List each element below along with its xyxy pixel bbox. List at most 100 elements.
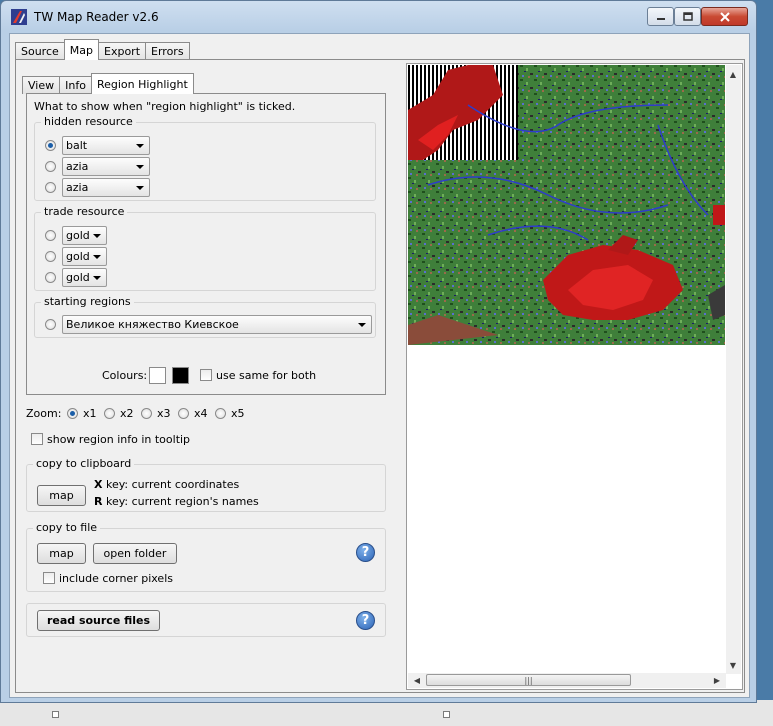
hidden-resource-select-1[interactable]: balt	[62, 136, 150, 155]
trade-resource-select-3[interactable]: gold	[62, 268, 107, 287]
zoom-label: Zoom:	[26, 407, 62, 420]
scroll-right-icon[interactable]: ▶	[710, 673, 724, 687]
trade-resource-radio-1[interactable]	[45, 230, 56, 241]
chevron-down-icon	[136, 186, 144, 190]
help-icon[interactable]: ?	[356, 611, 375, 630]
colours-label: Colours:	[102, 369, 148, 382]
scroll-down-icon[interactable]: ▼	[726, 658, 740, 672]
hidden-resource-select-2[interactable]: azia	[62, 157, 150, 176]
tab-view[interactable]: View	[22, 76, 61, 94]
copy-to-file-group: copy to file map open folder ? include c…	[26, 521, 386, 592]
window-title: TW Map Reader v2.6	[34, 10, 159, 24]
open-folder-button[interactable]: open folder	[93, 543, 177, 564]
starting-regions-radio[interactable]	[45, 319, 56, 330]
trade-resource-value-2: gold	[66, 250, 90, 263]
tab-map[interactable]: Map	[63, 39, 99, 60]
main-tab-bar: Source Map Export Errors	[15, 39, 190, 60]
zoom-radio-x4[interactable]	[178, 408, 189, 419]
chevron-down-icon	[358, 323, 366, 327]
region-highlight-panel: What to show when "region highlight" is …	[26, 93, 386, 395]
vertical-scrollbar[interactable]: ▲ ▼	[726, 65, 741, 674]
clipboard-map-button[interactable]: map	[37, 485, 86, 506]
zoom-option-x2: x2	[120, 407, 134, 420]
zoom-option-x4: x4	[194, 407, 208, 420]
tab-info[interactable]: Info	[59, 76, 92, 94]
trade-resource-radio-3[interactable]	[45, 272, 56, 283]
desktop-background	[0, 700, 773, 726]
tab-export[interactable]: Export	[98, 42, 147, 60]
client-area: Source Map Export Errors View Info Regio…	[9, 33, 750, 698]
zoom-option-x1: x1	[83, 407, 97, 420]
trade-resource-value-1: gold	[66, 229, 90, 242]
close-button[interactable]	[701, 7, 748, 26]
zoom-radio-x5[interactable]	[215, 408, 226, 419]
chevron-down-icon	[136, 165, 144, 169]
starting-regions-label: starting regions	[41, 295, 134, 308]
tab-source[interactable]: Source	[15, 42, 65, 60]
use-same-colour-checkbox[interactable]	[200, 369, 212, 381]
use-same-colour-label: use same for both	[216, 369, 317, 382]
starting-regions-select[interactable]: Великое княжество Киевское	[62, 315, 372, 334]
trade-resource-group: trade resource gold gold gold	[34, 205, 376, 291]
trade-resource-select-1[interactable]: gold	[62, 226, 107, 245]
starting-regions-group: starting regions Великое княжество Киевс…	[34, 295, 376, 338]
starting-regions-value: Великое княжество Киевское	[66, 318, 239, 331]
zoom-radio-x3[interactable]	[141, 408, 152, 419]
trade-resource-select-2[interactable]: gold	[62, 247, 107, 266]
scroll-left-icon[interactable]: ◀	[410, 673, 424, 687]
maximize-icon	[682, 12, 693, 21]
zoom-radio-x1[interactable]	[67, 408, 78, 419]
hidden-resource-value-2: azia	[66, 160, 89, 173]
hidden-resource-radio-2[interactable]	[45, 161, 56, 172]
horizontal-scrollbar[interactable]: ◀ ||| ▶	[408, 673, 726, 688]
chevron-down-icon	[93, 234, 101, 238]
read-source-group: read source files ?	[26, 603, 386, 637]
resize-handle-left[interactable]	[52, 711, 59, 718]
minimize-button[interactable]	[647, 7, 674, 26]
maximize-button[interactable]	[674, 7, 701, 26]
copy-to-file-label: copy to file	[33, 521, 101, 534]
chevron-down-icon	[136, 144, 144, 148]
zoom-option-x3: x3	[157, 407, 171, 420]
map-viewport[interactable]: ▲ ▼ ◀ ||| ▶	[406, 63, 743, 690]
hidden-resource-select-3[interactable]: azia	[62, 178, 150, 197]
zoom-radio-x2[interactable]	[104, 408, 115, 419]
region-highlight-description: What to show when "region highlight" is …	[34, 100, 296, 113]
r-key-description: key: current region's names	[102, 495, 259, 508]
chevron-down-icon	[93, 255, 101, 259]
app-window: TW Map Reader v2.6 Source Map Export Err…	[0, 0, 757, 703]
title-bar[interactable]: TW Map Reader v2.6	[1, 1, 756, 33]
copy-to-clipboard-group: copy to clipboard map X key: current coo…	[26, 457, 386, 512]
colour-swatch-secondary[interactable]	[172, 367, 189, 384]
region-tooltip-checkbox[interactable]	[31, 433, 43, 445]
tab-errors[interactable]: Errors	[145, 42, 190, 60]
trade-resource-radio-2[interactable]	[45, 251, 56, 262]
horizontal-scroll-thumb[interactable]: |||	[426, 674, 631, 686]
close-icon	[719, 11, 730, 22]
clipboard-hint-names: R key: current region's names	[94, 495, 259, 508]
hidden-resource-radio-3[interactable]	[45, 182, 56, 193]
hidden-resource-value-3: azia	[66, 181, 89, 194]
help-icon[interactable]: ?	[356, 543, 375, 562]
colour-swatch-primary[interactable]	[149, 367, 166, 384]
map-image[interactable]	[408, 65, 725, 345]
read-source-files-button[interactable]: read source files	[37, 610, 160, 631]
hidden-resource-radio-1[interactable]	[45, 140, 56, 151]
zoom-option-x5: x5	[231, 407, 245, 420]
minimize-icon	[656, 17, 665, 20]
tab-region-highlight[interactable]: Region Highlight	[90, 73, 194, 94]
copy-to-clipboard-label: copy to clipboard	[33, 457, 135, 470]
sub-tab-bar: View Info Region Highlight	[22, 73, 194, 94]
chevron-down-icon	[93, 276, 101, 280]
app-icon	[11, 9, 27, 25]
include-corner-pixels-checkbox[interactable]	[43, 572, 55, 584]
clipboard-hint-coordinates: X key: current coordinates	[94, 478, 239, 491]
resize-handle-right[interactable]	[443, 711, 450, 718]
region-tooltip-label: show region info in tooltip	[47, 433, 191, 446]
trade-resource-value-3: gold	[66, 271, 90, 284]
file-map-button[interactable]: map	[37, 543, 86, 564]
trade-resource-label: trade resource	[41, 205, 128, 218]
scroll-up-icon[interactable]: ▲	[726, 67, 740, 81]
hidden-resource-group: hidden resource balt azia azia	[34, 115, 376, 201]
hidden-resource-label: hidden resource	[41, 115, 136, 128]
